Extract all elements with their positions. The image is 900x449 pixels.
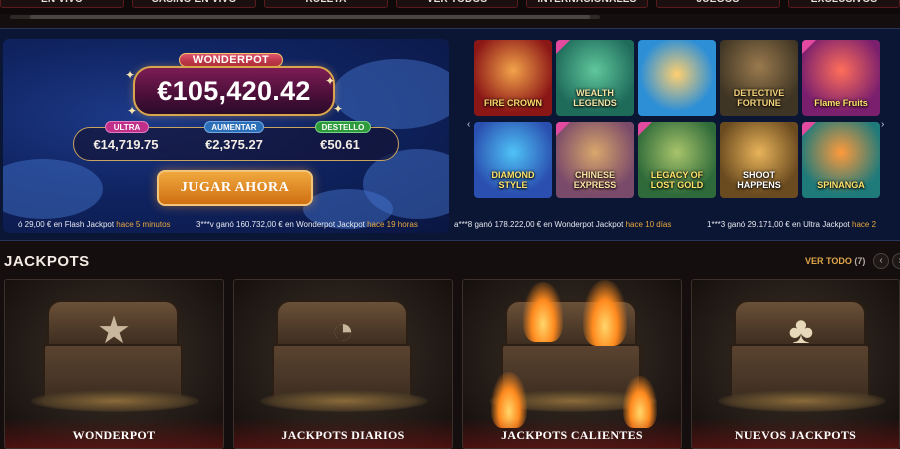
tab-juegos[interactable]: JUEGOS: [656, 0, 780, 8]
games-prev-arrow[interactable]: ‹: [467, 119, 470, 130]
game-tile-legacy-of-lost-gold[interactable]: LEGACY OF LOST GOLD: [638, 122, 716, 198]
view-all-count: (7): [854, 256, 866, 266]
new-ribbon: [802, 122, 816, 136]
game-title: SHOOT HAPPENS: [737, 170, 781, 190]
jackpot-card-label: WONDERPOT: [72, 428, 156, 442]
ticker-time: hace 10 días: [625, 220, 672, 229]
ticker-item: 3***v ganó 160.732,00 € en Wonderpot Jac…: [196, 220, 418, 229]
sparkle-icon: ✦: [325, 74, 336, 88]
jackpot-card-label: JACKPOTS CALIENTES: [501, 428, 643, 442]
game-title: CHINESE EXPRESS: [573, 170, 617, 190]
game-title: DIAMOND STYLE: [491, 170, 535, 190]
play-now-button[interactable]: JUGAR AHORA: [157, 170, 313, 206]
sparkle-icon: ✦: [333, 102, 344, 116]
casino-page: EN VIVO CASINO EN VIVO RULETA VER TODOS …: [0, 0, 900, 449]
game-title: FIRE CROWN: [484, 98, 542, 108]
jackpots-next-button[interactable]: ›: [892, 253, 900, 269]
wonderpot-panel: WONDERPOT €105,420.42 ✦ ✦ ✦ ✦ ULTRA AUME…: [3, 39, 449, 233]
hero-banner: WONDERPOT €105,420.42 ✦ ✦ ✦ ✦ ULTRA AUME…: [0, 28, 900, 241]
tab-exclusivos[interactable]: EXCLUSIVOS: [788, 0, 900, 8]
games-grid: ‹ › FIRE CROWN WEALTH LEGENDS DETECTIVE …: [457, 29, 900, 209]
jackpot-card-label: JACKPOTS DIARIOS: [281, 428, 405, 442]
ticker-text: 3***v ganó 160.732,00 € en Wonderpot Jac…: [196, 220, 365, 229]
game-tile-detective-fortune[interactable]: DETECTIVE FORTUNE: [720, 40, 798, 116]
game-tile-flame-fruits[interactable]: Flame Fruits: [802, 40, 880, 116]
tier-aumentar-tag: AUMENTAR: [204, 121, 264, 133]
new-ribbon: [638, 122, 652, 136]
jackpots-prev-button[interactable]: ‹: [873, 253, 889, 269]
jackpot-card-diarios[interactable]: ◔ JACKPOTS DIARIOS: [233, 279, 453, 449]
tier-aumentar-value: €2,375.27: [205, 137, 263, 152]
tab-internacionales[interactable]: INTERNACIONALES: [526, 0, 648, 8]
coins-pile: [260, 390, 428, 412]
game-tile-fire-crown[interactable]: FIRE CROWN: [474, 40, 552, 116]
game-title: WEALTH LEGENDS: [573, 88, 617, 108]
tab-en-vivo[interactable]: EN VIVO: [0, 0, 124, 8]
ticker-item: a***8 ganó 178.222,00 € en Wonderpot Jac…: [454, 220, 671, 229]
sparkle-icon: ✦: [127, 104, 138, 118]
new-ribbon: [556, 122, 570, 136]
tier-ultra-value: €14,719.75: [93, 137, 159, 152]
ticker-text: 1***3 ganó 29.171,00 € en Ultra Jackpot: [707, 220, 850, 229]
game-title: DETECTIVE FORTUNE: [733, 88, 785, 108]
jackpot-card-wonderpot[interactable]: ★ WONDERPOT: [4, 279, 224, 449]
sundial-icon: ◔: [331, 310, 355, 352]
tab-ruleta[interactable]: RULETA: [264, 0, 388, 8]
game-tile-wealth-legends[interactable]: WEALTH LEGENDS: [556, 40, 634, 116]
ticker-time: hace 2: [852, 220, 877, 229]
nav-scrollbar-thumb[interactable]: [30, 15, 590, 19]
cloud-decoration: [333, 59, 449, 129]
star-emblem-icon: ★: [96, 310, 132, 352]
ticker-time: hace 19 horas: [367, 220, 418, 229]
winners-ticker: ó 29,00 € en Flash Jackpot hace 5 minuto…: [0, 217, 900, 233]
game-tile-spinanga[interactable]: SPINANGA: [802, 122, 880, 198]
game-tile-diamond-style[interactable]: DIAMOND STYLE: [474, 122, 552, 198]
coins-pile: [718, 390, 886, 412]
game-tile-shoot-happens[interactable]: SHOOT HAPPENS: [720, 122, 798, 198]
sparkle-icon: ✦: [125, 68, 136, 82]
wonderpot-amount-box: €105,420.42: [133, 66, 335, 116]
game-tile-chinese-express[interactable]: CHINESE EXPRESS: [556, 122, 634, 198]
new-ribbon: [802, 40, 816, 54]
game-tile-shark[interactable]: [638, 40, 716, 116]
wonderpot-amount: €105,420.42: [157, 76, 311, 106]
top-nav: EN VIVO CASINO EN VIVO RULETA VER TODOS …: [0, 0, 900, 14]
ticker-time: hace 5 minutos: [116, 220, 171, 229]
ticker-item: 1***3 ganó 29.171,00 € en Ultra Jackpot …: [707, 220, 876, 229]
tier-ultra-tag: ULTRA: [105, 121, 149, 133]
jackpot-card-calientes[interactable]: JACKPOTS CALIENTES: [462, 279, 682, 449]
tier-destello-tag: DESTELLO: [315, 121, 371, 133]
tab-ver-todos[interactable]: VER TODOS: [396, 0, 518, 8]
new-ribbon: [556, 40, 570, 54]
jackpot-card-nuevos[interactable]: ♣ NUEVOS JACKPOTS: [691, 279, 900, 449]
tab-casino-en-vivo[interactable]: CASINO EN VIVO: [132, 0, 256, 8]
wonderpot-label: WONDERPOT: [179, 53, 283, 67]
tier-destello-value: €50.61: [320, 137, 360, 152]
cloud-decoration: [3, 159, 103, 219]
ticker-text: a***8 ganó 178.222,00 € en Wonderpot Jac…: [454, 220, 624, 229]
nav-scrollbar[interactable]: [10, 15, 600, 19]
coins-pile: [31, 390, 199, 412]
jackpots-title: JACKPOTS: [4, 253, 90, 270]
games-next-arrow[interactable]: ›: [881, 119, 884, 130]
ticker-item: ó 29,00 € en Flash Jackpot hace 5 minuto…: [18, 220, 171, 229]
ticker-text: ó 29,00 € en Flash Jackpot: [18, 220, 115, 229]
jackpot-card-label: NUEVOS JACKPOTS: [734, 428, 857, 442]
game-title: Flame Fruits: [814, 98, 868, 108]
view-all-label: VER TODO: [805, 256, 852, 266]
view-all-link[interactable]: VER TODO (7): [805, 256, 865, 266]
game-title: SPINANGA: [817, 180, 865, 190]
fire-emblem-icon: [549, 308, 595, 354]
clover-emblem-icon: ♣: [788, 310, 814, 352]
game-title: LEGACY OF LOST GOLD: [650, 170, 704, 190]
